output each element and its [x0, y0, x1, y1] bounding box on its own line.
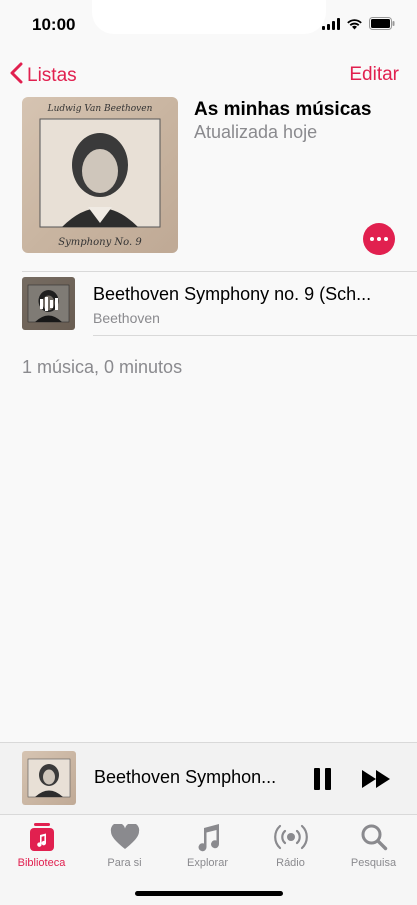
ellipsis-icon [370, 237, 374, 241]
music-note-icon [166, 821, 249, 853]
mini-player-title: Beethoven Symphon... [94, 767, 277, 787]
mini-player[interactable]: Beethoven Symphon... [0, 742, 417, 814]
track-title: Beethoven Symphony no. 9 (Sch... [93, 284, 372, 304]
track-artwork [22, 277, 75, 330]
tab-label: Explorar [187, 857, 228, 869]
tab-label: Biblioteca [17, 857, 66, 869]
skip-forward-button[interactable] [360, 765, 394, 793]
playlist-subtitle: Atualizada hoje [194, 122, 318, 142]
search-icon [332, 821, 415, 853]
status-bar: 10:00 [0, 0, 417, 50]
tab-for-you[interactable]: Para si [83, 821, 166, 869]
pause-button[interactable] [308, 765, 336, 793]
playlist-title: As minhas músicas [194, 99, 372, 120]
status-time: 10:00 [32, 15, 76, 34]
tab-radio[interactable]: Rádio [249, 821, 332, 869]
chevron-left-icon [10, 62, 23, 90]
pause-icon [313, 768, 320, 790]
tab-library[interactable]: Biblioteca [0, 821, 83, 869]
artwork-bottom-text: Symphony No. 9 [58, 237, 142, 248]
tab-label: Rádio [276, 857, 305, 869]
now-playing-icon [22, 277, 75, 330]
back-label: Listas [27, 65, 77, 86]
playlist-header: Ludwig Van Beethoven Symphony No. 9 As m… [0, 97, 417, 257]
playlist-summary: 1 música, 0 minutos [22, 357, 183, 377]
wifi-icon [346, 18, 363, 30]
library-icon [0, 821, 83, 853]
radio-icon [249, 821, 332, 853]
playlist-artwork: Ludwig Van Beethoven Symphony No. 9 [22, 97, 178, 253]
track-row[interactable]: Beethoven Symphony no. 9 (Sch... Beethov… [0, 272, 417, 335]
mini-player-artwork [22, 751, 76, 805]
tab-label: Para si [107, 857, 142, 869]
divider [93, 335, 417, 336]
fast-forward-icon [362, 770, 390, 788]
battery-icon [369, 17, 395, 30]
status-icons [322, 17, 395, 30]
tab-search[interactable]: Pesquisa [332, 821, 415, 869]
home-indicator[interactable] [135, 891, 283, 896]
heart-icon [83, 821, 166, 853]
tab-browse[interactable]: Explorar [166, 821, 249, 869]
tab-label: Pesquisa [350, 857, 397, 869]
notch [92, 0, 326, 34]
navigation-bar: Listas Editar [0, 50, 417, 98]
signal-icon [322, 17, 340, 30]
artwork-top-text: Ludwig Van Beethoven [47, 104, 153, 114]
more-options-button[interactable] [363, 223, 395, 255]
back-button[interactable]: Listas [10, 62, 77, 90]
edit-button[interactable]: Editar [349, 64, 399, 86]
track-artist: Beethoven [93, 310, 160, 326]
